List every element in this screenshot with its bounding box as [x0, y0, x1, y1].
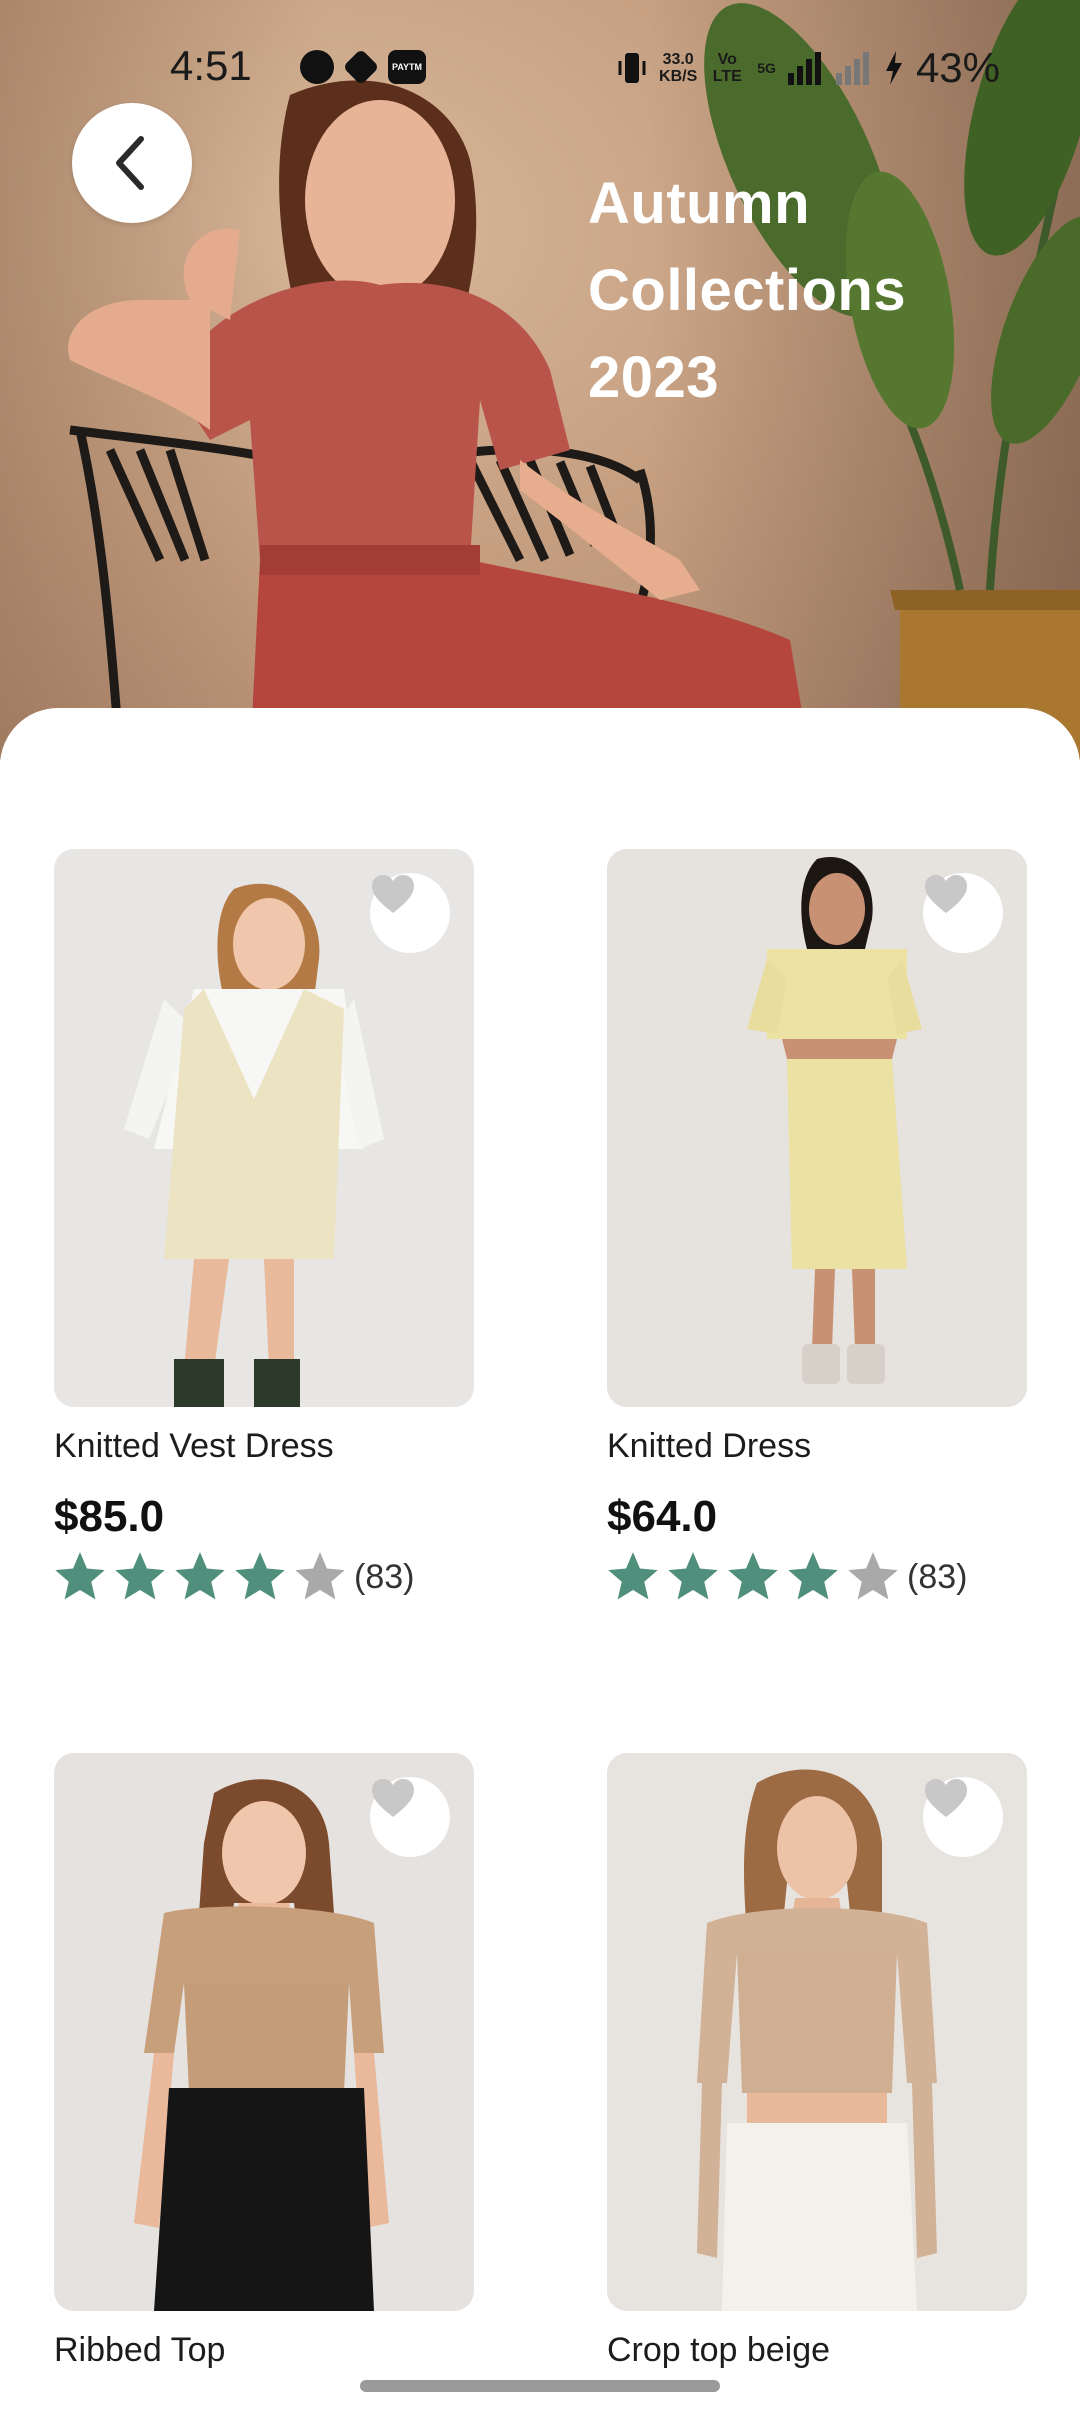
snapchat-icon	[300, 50, 334, 84]
volte-indicator: Vo LTE	[712, 51, 742, 85]
star-icon	[295, 1552, 345, 1600]
favorite-button[interactable]	[370, 873, 450, 953]
favorite-button[interactable]	[923, 1777, 1003, 1857]
heart-icon	[925, 875, 967, 913]
star-icon	[235, 1552, 285, 1600]
star-icon	[115, 1552, 165, 1600]
system-icons: 33.0 KB/S Vo LTE 5G 43%	[617, 44, 1000, 92]
product-card[interactable]: Knitted Vest Dress $85.0 (83)	[54, 849, 474, 1602]
heart-icon	[372, 1779, 414, 1817]
net-speed-value: 33.0	[662, 51, 694, 68]
star-icon	[848, 1552, 898, 1600]
star-icon	[55, 1552, 105, 1600]
star-icon	[728, 1552, 778, 1600]
review-count: (83)	[354, 1557, 415, 1596]
net-speed: 33.0 KB/S	[659, 51, 697, 85]
vibrate-icon	[618, 53, 646, 83]
star-icon	[788, 1552, 838, 1600]
heart-icon	[372, 875, 414, 913]
home-indicator[interactable]	[360, 2380, 720, 2392]
favorite-button[interactable]	[370, 1777, 450, 1857]
product-name[interactable]: Ribbed Top	[54, 2331, 474, 2370]
status-time: 4:51	[170, 42, 252, 89]
star-icon	[175, 1552, 225, 1600]
paytm-label: PAYTM	[391, 62, 422, 72]
game-icon	[342, 48, 380, 86]
product-image[interactable]	[54, 849, 474, 1407]
review-count: (83)	[907, 1557, 968, 1596]
paytm-icon: PAYTM	[388, 50, 426, 84]
rating-stars	[607, 1552, 899, 1602]
product-price: $64.0	[607, 1492, 718, 1541]
product-image[interactable]	[607, 1753, 1027, 2311]
title-line: Autumn	[588, 171, 811, 236]
product-rating: (83)	[607, 1552, 1027, 1602]
product-name[interactable]: Crop top beige	[607, 2331, 1027, 2370]
product-name[interactable]: Knitted Vest Dress	[54, 1427, 474, 1466]
heart-icon	[925, 1779, 967, 1817]
product-image[interactable]	[607, 849, 1027, 1407]
title-line: 2023	[588, 345, 720, 410]
rating-stars	[54, 1552, 346, 1602]
status-bar: 4:51 PAYTM 33.0 KB/S Vo LTE 5G 43%	[0, 0, 1080, 140]
charging-icon	[885, 51, 902, 85]
network-type: 5G	[757, 59, 776, 76]
signal-icon	[787, 52, 821, 85]
product-card[interactable]: Ribbed Top	[54, 1753, 474, 2370]
title-line: Collections	[588, 258, 907, 323]
collection-title: Autumn Collections 2023	[588, 160, 1008, 421]
product-image[interactable]	[54, 1753, 474, 2311]
star-icon	[608, 1552, 658, 1600]
net-speed-unit: KB/S	[659, 68, 698, 85]
product-card[interactable]: Knitted Dress $64.0 (83)	[607, 849, 1027, 1602]
product-name[interactable]: Knitted Dress	[607, 1427, 1027, 1466]
battery-level: 43%	[915, 44, 1000, 91]
chevron-left-icon	[116, 136, 144, 190]
favorite-button[interactable]	[923, 873, 1003, 953]
product-price: $85.0	[54, 1492, 165, 1541]
star-icon	[668, 1552, 718, 1600]
product-card[interactable]: Crop top beige	[607, 1753, 1027, 2370]
signal-2-icon	[835, 52, 869, 85]
product-rating: (83)	[54, 1552, 474, 1602]
notification-icons: PAYTM	[300, 48, 426, 86]
